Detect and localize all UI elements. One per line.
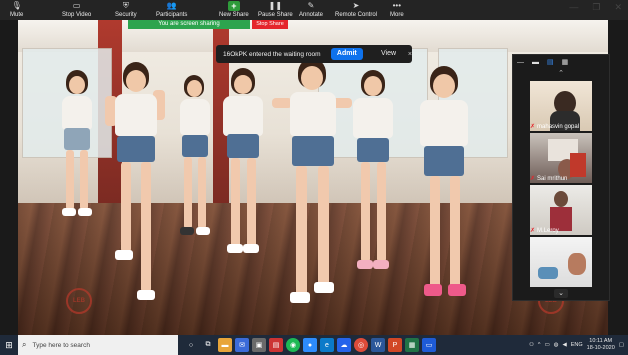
new-share-button[interactable]: + New Share — [219, 0, 249, 19]
studio-logo-watermark: LEB — [66, 288, 92, 314]
photos-icon[interactable]: ▦ — [405, 338, 419, 352]
spotify-icon[interactable]: ◉ — [286, 338, 300, 352]
people-icon[interactable]: ⚇ — [529, 342, 534, 348]
edge-icon[interactable]: e — [320, 338, 334, 352]
scroll-up-icon[interactable]: ⌃ — [513, 69, 609, 79]
waiting-room-notification: 16OkPK entered the waiting room Admit Vi… — [216, 45, 412, 63]
show-hidden-icons[interactable]: ^ — [538, 342, 541, 348]
mail-icon[interactable]: ✉ — [235, 338, 249, 352]
participants-icon: 👥 — [166, 1, 177, 10]
participants-button[interactable]: 👥 Participants — [156, 0, 187, 19]
participant-name: mahasvin gopal — [537, 124, 580, 130]
remote-control-button[interactable]: ➤ Remote Control — [335, 0, 377, 19]
restore-window-icon[interactable]: ❐ — [592, 2, 600, 13]
notifications-icon[interactable]: ▢ — [619, 342, 624, 348]
muted-mic-icon: ✗ — [530, 124, 536, 130]
more-button[interactable]: ••• More — [390, 0, 404, 19]
minimize-window-icon[interactable]: — — [569, 2, 578, 13]
participant-name: Sai mrithun — [537, 176, 568, 182]
admit-button[interactable]: Admit — [330, 48, 364, 60]
onedrive-icon[interactable]: ☁ — [337, 338, 351, 352]
search-icon: ⌕ — [22, 340, 27, 349]
clock[interactable]: 10:11 AM 18-10-2020 — [587, 338, 615, 352]
participant-thumbnail[interactable]: ✗ M.Leroy — [530, 185, 592, 235]
battery-icon[interactable]: ▭ — [544, 342, 549, 348]
ellipsis-icon: ••• — [392, 1, 402, 10]
word-icon[interactable]: W — [371, 338, 385, 352]
video-camera-icon: ▭ — [72, 1, 81, 10]
clock-date: 18-10-2020 — [586, 345, 615, 351]
pause-icon: ❚❚ — [268, 1, 283, 10]
office-icon[interactable]: ▤ — [269, 338, 283, 352]
mouse-pointer-icon: ➤ — [352, 1, 360, 10]
powerpoint-icon[interactable]: P — [388, 338, 402, 352]
close-icon[interactable]: × — [408, 51, 412, 58]
zoom-icon[interactable]: ● — [303, 338, 317, 352]
annotate-button[interactable]: ✎ Annotate — [299, 0, 323, 19]
pause-share-button[interactable]: ❚❚ Pause Share — [258, 0, 293, 19]
windows-taskbar: ⊞ ⌕ Type here to search ○ ⧉ ▬ ✉ ▣ ▤ ◉ ● … — [0, 335, 628, 355]
windows-start-icon[interactable]: ⊞ — [0, 335, 18, 355]
plus-icon: + — [227, 0, 240, 11]
participant-thumbnail[interactable] — [530, 237, 592, 287]
microphone-icon: 🎙 — [11, 1, 22, 10]
scroll-down-icon[interactable]: ⌄ — [554, 289, 568, 298]
cortana-icon[interactable]: ○ — [184, 338, 198, 352]
pinned-apps: ○ ⧉ ▬ ✉ ▣ ▤ ◉ ● e ☁ ◎ W P ▦ ▭ — [184, 338, 436, 352]
speaker-view-icon[interactable]: ▬ — [532, 59, 539, 66]
gallery-view-icon[interactable]: ▦ — [562, 58, 569, 66]
view-button[interactable]: View — [375, 48, 402, 60]
participant-thumbnail[interactable]: ✗ mahasvin gopal — [530, 81, 592, 131]
window-controls: — ❐ ✕ — [569, 2, 622, 13]
participants-video-panel: — ▬ ▤ ▦ ⌃ ✗ mahasvin gopal ✗ Sai mrithun ✗… — [512, 54, 610, 301]
notification-message: 16OkPK entered the waiting room — [223, 50, 321, 58]
strip-view-icon[interactable]: ▤ — [547, 58, 554, 66]
muted-mic-icon: ✗ — [530, 176, 536, 182]
language-indicator[interactable]: ENG — [571, 342, 583, 348]
volume-icon[interactable]: ◀ — [563, 342, 567, 348]
network-icon[interactable]: ◍ — [554, 342, 559, 348]
system-tray: ⚇ ^ ▭ ◍ ◀ ENG 10:11 AM 18-10-2020 ▢ — [529, 335, 624, 355]
minimize-icon[interactable]: — — [517, 59, 524, 66]
pencil-icon: ✎ — [307, 1, 315, 10]
desktop-screen: LEB LEB 🎙 Mute ▭ Stop Video ⛨ Security 👥… — [0, 0, 628, 355]
screen-share-banner: You are screen sharing Stop Share — [128, 20, 288, 29]
clock-time: 10:11 AM — [589, 338, 613, 344]
mute-button[interactable]: 🎙 Mute — [10, 0, 23, 19]
store-icon[interactable]: ▣ — [252, 338, 266, 352]
meeting-toolbar: 🎙 Mute ▭ Stop Video ⛨ Security 👥 Partici… — [0, 0, 628, 20]
file-explorer-icon[interactable]: ▬ — [218, 338, 232, 352]
stop-share-button[interactable]: Stop Share — [252, 20, 288, 29]
sharing-status: You are screen sharing — [128, 20, 250, 29]
chrome-icon[interactable]: ◎ — [354, 338, 368, 352]
muted-mic-icon: ✗ — [530, 228, 536, 234]
participant-thumbnail[interactable]: ✗ Sai mrithun — [530, 133, 592, 183]
close-window-icon[interactable]: ✕ — [614, 2, 622, 13]
search-placeholder: Type here to search — [32, 341, 90, 349]
participant-name: M.Leroy — [537, 228, 559, 234]
stop-video-button[interactable]: ▭ Stop Video — [62, 0, 91, 19]
shield-icon: ⛨ — [122, 1, 129, 10]
security-button[interactable]: ⛨ Security — [115, 0, 137, 19]
panel-view-controls: — ▬ ▤ ▦ — [513, 55, 609, 69]
taskbar-search[interactable]: ⌕ Type here to search — [18, 335, 178, 355]
task-view-icon[interactable]: ⧉ — [201, 338, 215, 352]
zoom-meeting-icon[interactable]: ▭ — [422, 338, 436, 352]
